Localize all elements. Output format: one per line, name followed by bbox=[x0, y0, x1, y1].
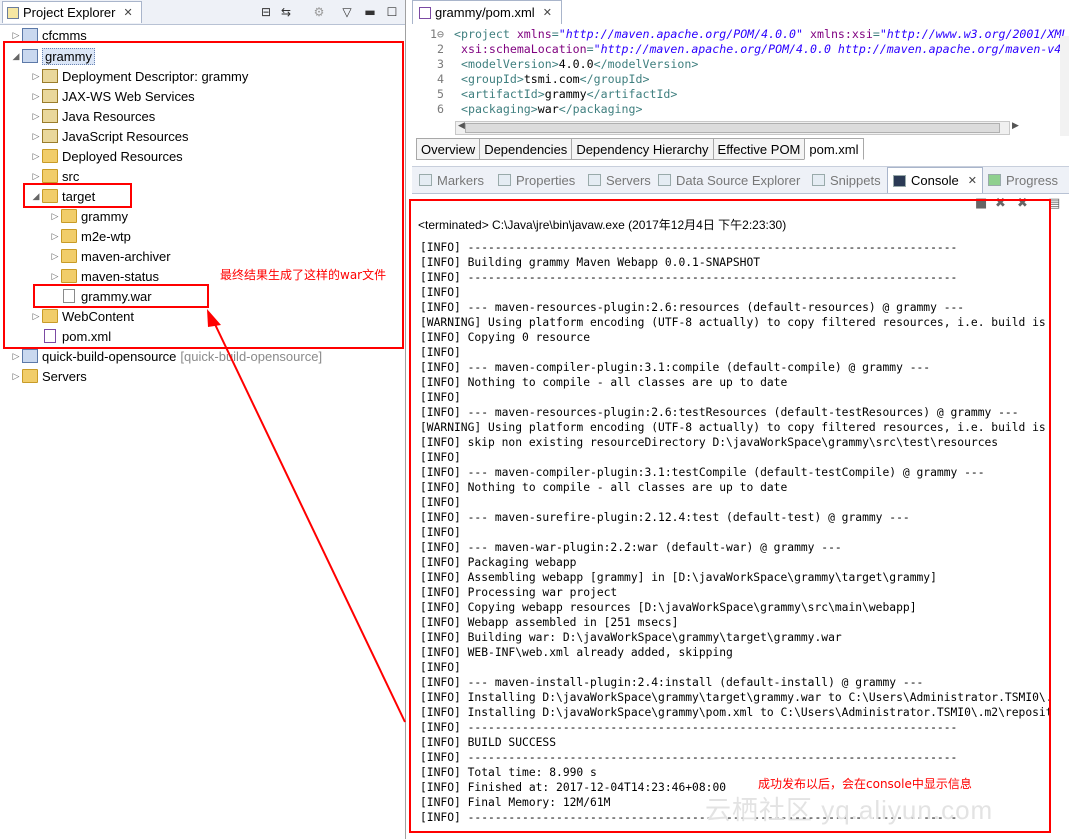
annotation-arrow bbox=[207, 309, 406, 723]
